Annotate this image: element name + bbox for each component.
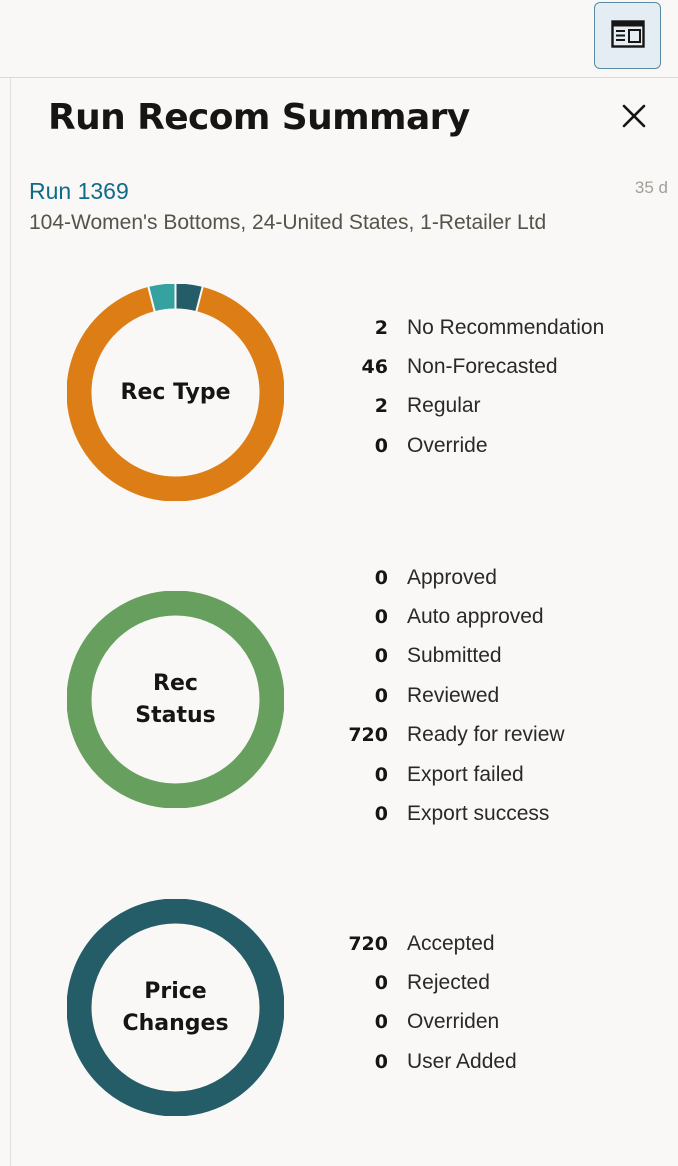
close-icon — [622, 104, 646, 132]
close-button[interactable] — [612, 96, 656, 140]
legend-label: Approved — [407, 565, 497, 589]
legend-label: Ready for review — [407, 723, 565, 747]
rec-status-donut: Rec Status — [67, 591, 284, 808]
rec-type-legend: 2 No Recommendation 46 Non-Forecasted 2 … — [340, 308, 605, 466]
legend-count: 0 — [374, 803, 388, 826]
legend-item-override: 0 Override — [340, 426, 604, 465]
run-link[interactable]: Run 1369 — [29, 176, 129, 206]
legend-item-export-success: 0 Export success — [340, 794, 565, 833]
legend-count: 0 — [374, 972, 388, 995]
rec-type-donut: Rec Type — [67, 284, 284, 501]
legend-label: Rejected — [407, 971, 490, 995]
legend-count: 0 — [374, 434, 388, 457]
legend-label: Non-Forecasted — [407, 355, 558, 379]
legend-count: 0 — [374, 645, 388, 668]
legend-item-accepted: 720 Accepted — [340, 924, 517, 963]
legend-label: Submitted — [407, 644, 502, 668]
legend-item-export-failed: 0 Export failed — [340, 755, 565, 794]
legend-item-user-added: 0 User Added — [340, 1042, 517, 1081]
legend-count: 0 — [374, 684, 388, 707]
legend-label: Reviewed — [407, 683, 500, 707]
legend-label: Override — [407, 433, 488, 457]
legend-count: 0 — [374, 763, 388, 786]
legend-item-approved: 0 Approved — [340, 558, 565, 597]
legend-item-no-recommendation: 2 No Recommendation — [340, 308, 605, 347]
legend-label: User Added — [407, 1049, 517, 1073]
legend-label: No Recommendation — [407, 315, 605, 339]
price-changes-donut-label: Price Changes — [122, 978, 229, 1036]
legend-label: Export success — [407, 802, 550, 826]
legend-label: Accepted — [407, 931, 495, 955]
legend-count: 0 — [374, 1050, 388, 1073]
legend-count: 46 — [361, 356, 388, 379]
legend-label: Overriden — [407, 1010, 500, 1034]
legend-item-reviewed: 0 Reviewed — [340, 676, 565, 715]
legend-count: 720 — [348, 932, 388, 955]
legend-item-auto-approved: 0 Auto approved — [340, 597, 565, 636]
rec-status-donut-label: Rec Status — [135, 670, 216, 728]
legend-item-regular: 2 Regular — [340, 387, 604, 426]
legend-count: 2 — [374, 395, 388, 418]
legend-count: 0 — [374, 566, 388, 589]
legend-count: 2 — [374, 316, 388, 339]
legend-label: Export failed — [407, 762, 524, 786]
legend-count: 0 — [374, 606, 388, 629]
price-changes-donut: Price Changes — [67, 899, 284, 1116]
rec-type-donut-label: Rec Type — [120, 379, 231, 405]
legend-item-rejected: 0 Rejected — [340, 963, 517, 1002]
legend-count: 720 — [348, 724, 388, 747]
panel-toggle-button[interactable] — [594, 2, 661, 69]
legend-count: 0 — [374, 1011, 388, 1034]
legend-item-submitted: 0 Submitted — [340, 637, 565, 676]
legend-item-non-forecasted: 46 Non-Forecasted — [340, 347, 604, 386]
panel-layout-icon — [610, 19, 645, 52]
run-age: 35 d — [634, 178, 668, 197]
legend-label: Regular — [407, 394, 481, 418]
price-changes-legend: 720 Accepted 0 Rejected 0 Overriden 0 Us… — [340, 924, 517, 1082]
drawer-edge — [10, 78, 11, 1166]
rec-status-legend: 0 Approved 0 Auto approved 0 Submitted 0… — [340, 558, 565, 834]
top-toolbar — [0, 0, 678, 78]
drawer-title: Run Recom Summary — [48, 97, 470, 138]
legend-item-ready-for-review: 720 Ready for review — [340, 716, 565, 755]
legend-item-overriden: 0 Overriden — [340, 1003, 517, 1042]
legend-label: Auto approved — [407, 605, 544, 629]
run-scope: 104-Women's Bottoms, 24-United States, 1… — [29, 211, 547, 234]
